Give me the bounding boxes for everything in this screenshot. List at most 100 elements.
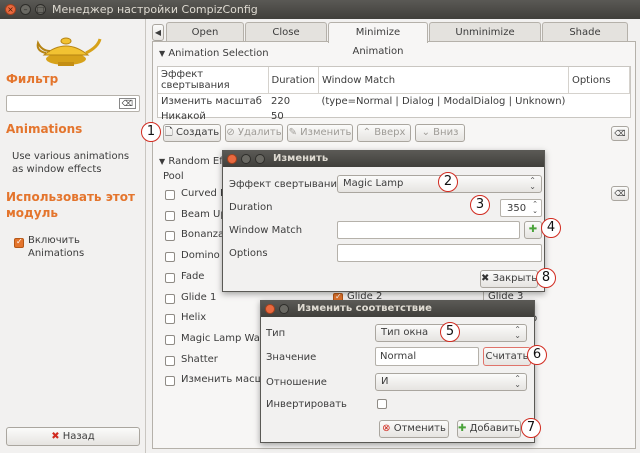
table-cell: (type=Normal | Dialog | ModalDialog | Un…: [321, 96, 566, 107]
type-label: Тип: [266, 328, 286, 339]
duration-value: 350: [507, 203, 527, 214]
magic-lamp-icon: [36, 37, 102, 66]
table-cell: [568, 94, 629, 110]
pool-item-checkbox[interactable]: [165, 190, 175, 200]
clear-pool-icon[interactable]: ⌫: [611, 186, 629, 201]
effect-label: Эффект свертывания: [229, 179, 343, 190]
tab-minimize-animation[interactable]: Minimize Animation: [328, 22, 428, 57]
edit-dialog-title: Изменить: [273, 153, 329, 164]
create-button-label: Создать: [176, 127, 220, 138]
combo-arrows-icon: ⌃ ⌄: [514, 374, 521, 389]
relation-combo[interactable]: И ⌃ ⌄: [375, 373, 527, 391]
table-row[interactable]: Никакой 50: [158, 109, 630, 124]
pool-item-checkbox[interactable]: [165, 314, 175, 325]
pool-item-checkbox[interactable]: [165, 376, 175, 387]
pool-item-checkbox[interactable]: [165, 334, 175, 345]
callout-2: 2: [438, 172, 458, 192]
animation-selection-header[interactable]: ▼ Animation Selection: [159, 48, 269, 59]
tabs-scroll-left-icon[interactable]: ◀: [152, 24, 164, 41]
grab-button-label: Считать: [485, 351, 529, 362]
enable-plugin-checkbox[interactable]: [14, 237, 24, 248]
clear-filter-icon[interactable]: ⌫: [118, 98, 136, 109]
minimize-dialog-icon[interactable]: [279, 304, 289, 314]
close-dialog-icon[interactable]: [227, 154, 237, 164]
table-header: Эффект свертывания Duration Window Match…: [158, 67, 631, 94]
pool-item-label: Glide 1: [181, 291, 217, 303]
tab-open-animation[interactable]: Open Animation: [166, 22, 244, 57]
relation-combo-value: И: [381, 376, 389, 387]
pool-item-label: Bonanza: [181, 229, 225, 241]
add-button[interactable]: ✚ Добавить: [457, 420, 521, 438]
column-header[interactable]: Window Match: [318, 67, 569, 94]
back-button[interactable]: ✖ Назад: [6, 427, 140, 446]
delete-button[interactable]: ⊘ Удалить: [225, 124, 283, 142]
table-cell: Изменить масштаб: [161, 96, 262, 107]
filter-input[interactable]: ⌫: [6, 95, 140, 112]
pool-item-label: Fade: [181, 270, 205, 282]
minimize-dialog-icon[interactable]: [241, 154, 251, 164]
move-up-button[interactable]: ⌃ Вверх: [357, 124, 411, 142]
move-down-button-label: Вниз: [433, 127, 459, 138]
table-cell: [318, 109, 568, 124]
tab-label: Minimize Animation: [352, 27, 404, 57]
move-down-button[interactable]: ⌄ Вниз: [415, 124, 465, 142]
match-dialog-title: Изменить соответствие: [297, 303, 432, 314]
invert-checkbox[interactable]: [377, 399, 387, 409]
callout-3: 3: [470, 195, 490, 215]
pool-item-label: Beam Up: [181, 208, 227, 220]
pool-item-label: Helix: [181, 312, 207, 324]
add-match-button[interactable]: ✚: [524, 221, 542, 239]
callout-4: 4: [541, 218, 561, 238]
options-input[interactable]: [337, 244, 542, 262]
close-button[interactable]: ✖ Закрыть: [480, 270, 538, 288]
window-match-input[interactable]: [337, 221, 520, 239]
tab-close-animation[interactable]: Close Animation: [245, 22, 327, 57]
edit-dialog-titlebar[interactable]: Изменить: [223, 151, 544, 167]
window-title: Менеджер настройки CompizConfig: [52, 3, 258, 16]
column-header[interactable]: Options: [568, 67, 631, 94]
cancel-button[interactable]: ⊗ Отменить: [379, 420, 449, 438]
close-dialog-icon[interactable]: [265, 304, 275, 314]
window-match-label: Window Match: [229, 225, 303, 236]
minimize-window-icon[interactable]: –: [20, 4, 31, 15]
table-row[interactable]: Изменить масштаб 220 (type=Normal | Dial…: [158, 94, 630, 110]
pool-item-checkbox[interactable]: [165, 272, 175, 283]
grab-button[interactable]: Считать: [483, 347, 531, 366]
tab-shade-animation[interactable]: Shade Animation: [542, 22, 628, 57]
window-titlebar[interactable]: × – □ Менеджер настройки CompizConfig: [0, 0, 640, 19]
pool-item-checkbox[interactable]: [165, 210, 175, 221]
close-window-icon[interactable]: ×: [5, 4, 16, 15]
filter-heading: Фильтр: [6, 72, 59, 86]
match-dialog-titlebar[interactable]: Изменить соответствие: [261, 301, 534, 317]
duration-spinner[interactable]: 350 ⌃ ⌄: [500, 199, 542, 217]
maximize-window-icon[interactable]: □: [35, 4, 46, 15]
new-document-icon: 🗋: [164, 127, 173, 138]
clear-selection-icon[interactable]: ⌫: [611, 126, 629, 141]
pool-item-checkbox[interactable]: [165, 252, 175, 263]
sidebar: Фильтр ⌫ Animations Use various animatio…: [0, 19, 146, 453]
move-up-button-label: Вверх: [374, 127, 406, 138]
spinner-arrows-icon[interactable]: ⌃ ⌄: [532, 201, 538, 215]
create-button[interactable]: 🗋 Создать: [163, 124, 221, 142]
pool-item-checkbox[interactable]: [165, 293, 175, 304]
pool-item-checkbox[interactable]: [165, 355, 175, 366]
plus-icon: ✚: [528, 224, 538, 235]
tab-unminimize-animation[interactable]: Unminimize Animation: [429, 22, 541, 57]
edit-button[interactable]: ✎ Изменить: [287, 124, 353, 142]
callout-8: 8: [536, 268, 556, 288]
value-label: Значение: [266, 352, 317, 363]
value-input[interactable]: Normal: [375, 347, 479, 366]
enable-plugin-label: Включить Animations: [28, 235, 85, 259]
pool-item-label: Shatter: [181, 353, 218, 365]
plus-icon: ✚: [458, 423, 467, 434]
delete-icon: ⊘: [226, 127, 235, 138]
maximize-dialog-icon[interactable]: [255, 154, 265, 164]
edit-button-label: Изменить: [300, 127, 352, 138]
column-header[interactable]: Эффект свертывания: [158, 67, 269, 94]
table-cell: 50: [271, 111, 284, 122]
pool-item-checkbox[interactable]: [165, 231, 175, 242]
back-button-label: Назад: [62, 431, 95, 442]
match-dialog: Изменить соответствие Тип Тип окна ⌃ ⌄ Зн…: [260, 300, 535, 443]
animation-table[interactable]: Эффект свертывания Duration Window Match…: [157, 66, 631, 122]
column-header[interactable]: Duration: [268, 67, 319, 94]
